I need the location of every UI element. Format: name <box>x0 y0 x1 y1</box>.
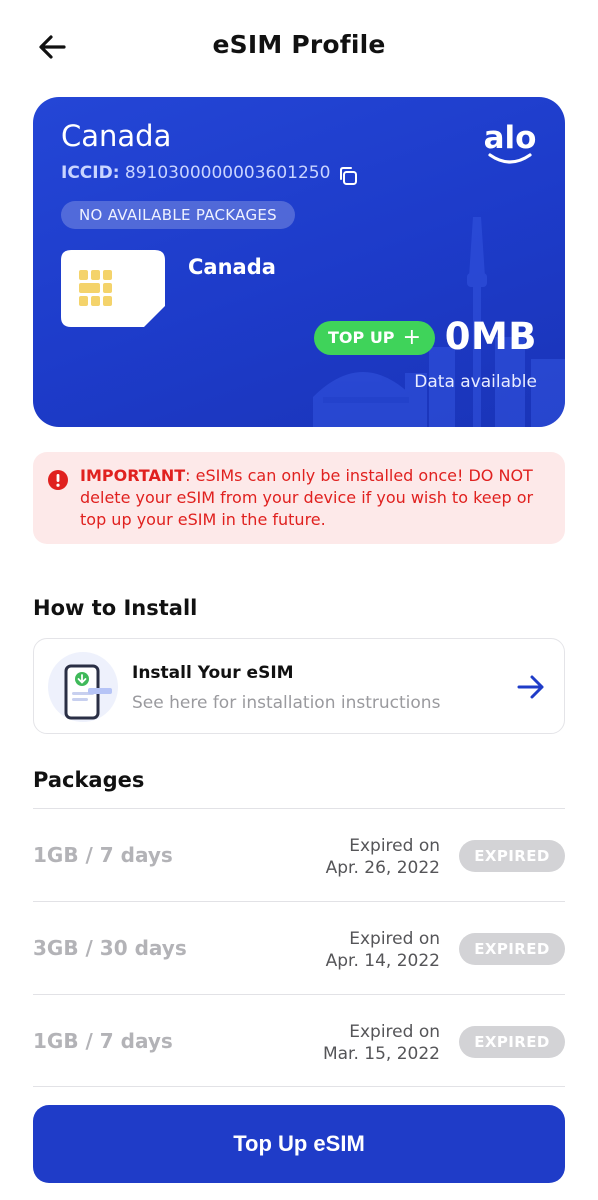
top-up-esim-button[interactable]: Top Up eSIM <box>33 1105 565 1183</box>
expired-label: Expired on <box>349 929 440 949</box>
install-esim-card[interactable]: Install Your eSIM See here for installat… <box>33 638 565 734</box>
data-amount: 0MB <box>444 315 537 358</box>
how-to-install-title: How to Install <box>33 596 198 620</box>
smile-logo-mark <box>488 153 532 164</box>
card-country: Canada <box>61 119 172 153</box>
status-badge: NO AVAILABLE PACKAGES <box>61 201 295 229</box>
data-caption: Data available <box>414 372 537 392</box>
alo-logo: alo <box>481 121 539 169</box>
phone-download-icon <box>48 652 118 722</box>
package-row[interactable]: 1GB / 7 days Expired on Mar. 15, 2022 EX… <box>33 994 565 1087</box>
esim-card: Canada alo ICCID: 8910300000003601250 NO… <box>33 97 565 427</box>
package-row[interactable]: 3GB / 30 days Expired on Apr. 14, 2022 E… <box>33 901 565 994</box>
install-subtitle: See here for installation instructions <box>132 693 441 713</box>
packages-title: Packages <box>33 768 145 792</box>
sim-card-icon <box>61 250 165 327</box>
header: eSIM Profile <box>0 0 598 96</box>
arrow-right-icon <box>517 675 544 699</box>
expired-label: Expired on <box>349 836 440 856</box>
important-notice: IMPORTANT: eSIMs can only be installed o… <box>33 452 565 544</box>
notice-text: IMPORTANT: eSIMs can only be installed o… <box>80 465 550 531</box>
iccid-value: 8910300000003601250 <box>124 163 331 183</box>
copy-icon[interactable] <box>337 165 359 187</box>
page-title: eSIM Profile <box>212 30 386 59</box>
sim-country: Canada <box>188 255 276 279</box>
package-row[interactable]: 1GB / 7 days Expired on Apr. 26, 2022 EX… <box>33 808 565 901</box>
expired-badge: EXPIRED <box>459 1026 565 1058</box>
packages-list: 1GB / 7 days Expired on Apr. 26, 2022 EX… <box>33 808 565 1087</box>
esim-profile-screen: eSIM Profile Canada alo ICCID: 891030000… <box>0 0 598 1200</box>
expiry-date: Mar. 15, 2022 <box>322 1044 440 1064</box>
top-up-pill-button[interactable]: TOP UP + <box>314 321 435 355</box>
package-expiry: Expired on Apr. 26, 2022 <box>326 835 440 879</box>
package-name: 1GB / 7 days <box>33 1029 173 1053</box>
expiry-date: Apr. 14, 2022 <box>325 951 440 971</box>
expiry-date: Apr. 26, 2022 <box>325 858 440 878</box>
package-expiry: Expired on Mar. 15, 2022 <box>323 1021 440 1065</box>
alo-logo-text: alo <box>483 120 537 156</box>
plus-icon: + <box>402 325 421 350</box>
package-name: 1GB / 7 days <box>33 843 173 867</box>
alert-icon <box>48 470 68 490</box>
top-up-pill-label: TOP UP <box>328 328 395 347</box>
iccid: ICCID: 8910300000003601250 <box>61 163 330 183</box>
iccid-label: ICCID: <box>61 163 120 183</box>
expired-label: Expired on <box>349 1022 440 1042</box>
notice-strong: IMPORTANT <box>80 466 186 485</box>
install-title: Install Your eSIM <box>132 663 294 683</box>
package-name: 3GB / 30 days <box>33 936 187 960</box>
package-expiry: Expired on Apr. 14, 2022 <box>326 928 440 972</box>
expired-badge: EXPIRED <box>459 933 565 965</box>
expired-badge: EXPIRED <box>459 840 565 872</box>
